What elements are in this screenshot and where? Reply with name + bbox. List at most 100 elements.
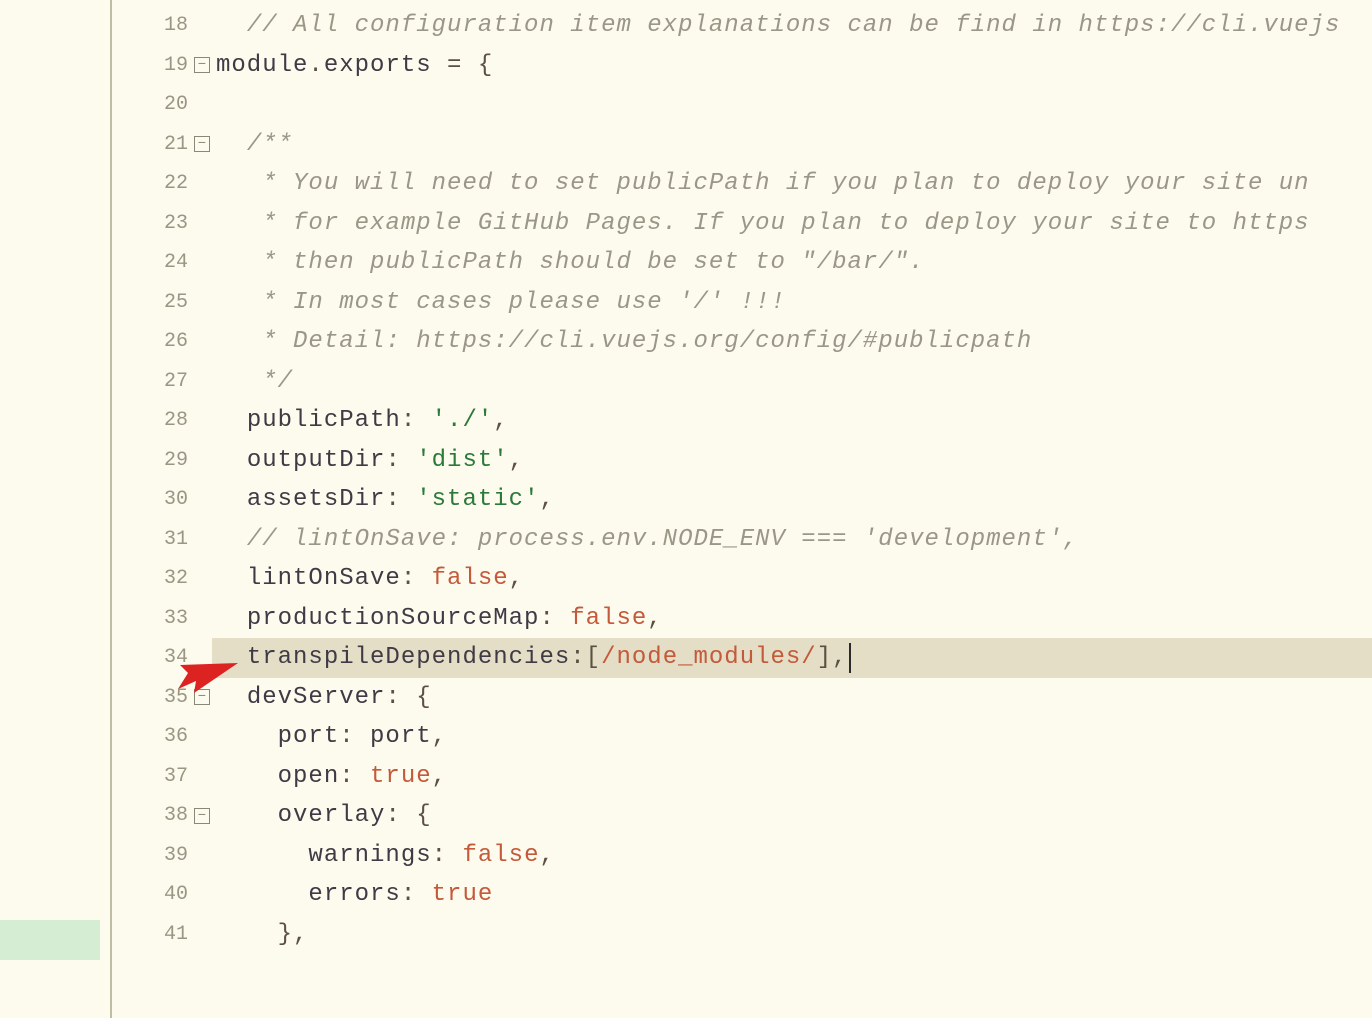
token: , [432,763,447,790]
token [216,684,247,711]
token: lintOnSave [247,565,401,592]
token: { [416,802,431,829]
code-line[interactable]: // All configuration item explanations c… [212,6,1372,46]
token: false [570,605,647,632]
token: * for example GitHub Pages. If you plan … [262,210,1309,237]
line-number: 34 [138,646,212,669]
gutter-row: 29 [112,441,212,481]
token [216,289,262,316]
token: */ [262,368,293,395]
token [216,210,262,237]
gutter-row: 30 [112,480,212,520]
left-margin [0,0,112,1018]
code-line[interactable]: * In most cases please use '/' !!! [212,283,1372,323]
token: // All configuration item explanations c… [247,12,1341,39]
token: * then publicPath should be set to "/bar… [262,249,924,276]
line-number: 18 [138,14,212,37]
gutter-row: 28 [112,401,212,441]
token [216,486,247,513]
code-line[interactable]: port: port, [212,717,1372,757]
line-number: 40 [138,883,212,906]
code-line[interactable]: lintOnSave: false, [212,559,1372,599]
token: : [339,723,370,750]
gutter-row: 36 [112,717,212,757]
code-line[interactable]: errors: true [212,875,1372,915]
token [216,842,308,869]
gutter-row: 20 [112,85,212,125]
gutter-row: 21− [112,125,212,165]
token: { [478,52,493,79]
code-line[interactable]: * then publicPath should be set to "/bar… [212,243,1372,283]
fold-toggle-icon[interactable]: − [194,808,210,824]
token: 'dist' [416,447,508,474]
token: : [432,842,463,869]
token: : [401,565,432,592]
code-area[interactable]: // All configuration item explanations c… [212,0,1372,1018]
line-number: 29 [138,449,212,472]
line-number: 32 [138,567,212,590]
token: : [385,447,416,474]
token: port [370,723,432,750]
fold-toggle-icon[interactable]: − [194,57,210,73]
token: * Detail: https://cli.vuejs.org/config/#… [262,328,1032,355]
gutter-row: 40 [112,875,212,915]
code-line[interactable]: productionSourceMap: false, [212,599,1372,639]
token: module [216,52,308,79]
code-editor[interactable]: 1819−2021−2223242526272829303132333435−3… [0,0,1372,1018]
line-number: 39 [138,844,212,867]
code-line[interactable]: * You will need to set publicPath if you… [212,164,1372,204]
code-line[interactable]: }, [212,915,1372,955]
code-line[interactable]: assetsDir: 'static', [212,480,1372,520]
gutter-row: 31 [112,520,212,560]
token: './' [432,407,494,434]
line-number: 41 [138,923,212,946]
gutter-row: 39 [112,836,212,876]
code-line[interactable]: overlay: { [212,796,1372,836]
token [216,526,247,553]
gutter-row: 18 [112,6,212,46]
text-cursor [849,643,851,673]
code-line[interactable] [212,85,1372,125]
token: true [432,881,494,908]
code-line[interactable]: publicPath: './', [212,401,1372,441]
gutter-row: 35− [112,678,212,718]
token [216,921,278,948]
token: devServer [247,684,386,711]
gutter-row: 22 [112,164,212,204]
token [216,12,247,39]
token: port [278,723,340,750]
token [216,763,278,790]
code-line[interactable]: * for example GitHub Pages. If you plan … [212,204,1372,244]
code-line[interactable]: devServer: { [212,678,1372,718]
code-line[interactable]: /** [212,125,1372,165]
change-marker [0,920,100,960]
code-line[interactable]: // lintOnSave: process.env.NODE_ENV === … [212,520,1372,560]
gutter-row: 41 [112,915,212,955]
token: }, [278,921,309,948]
fold-toggle-icon[interactable]: − [194,136,210,152]
code-line[interactable]: transpileDependencies:[/node_modules/], [212,638,1372,678]
gutter-row: 37 [112,757,212,797]
token [216,131,247,158]
code-line[interactable]: warnings: false, [212,836,1372,876]
fold-toggle-icon[interactable]: − [194,689,210,705]
token: outputDir [247,447,386,474]
line-number: 37 [138,765,212,788]
code-line[interactable]: open: true, [212,757,1372,797]
gutter-row: 33 [112,599,212,639]
code-line[interactable]: outputDir: 'dist', [212,441,1372,481]
line-number: 23 [138,212,212,235]
token [216,802,278,829]
token [216,447,247,474]
line-number: 36 [138,725,212,748]
token [216,328,262,355]
code-line[interactable]: */ [212,362,1372,402]
token: , [509,565,524,592]
token [216,605,247,632]
token: = [432,52,478,79]
token: , [539,486,554,513]
token: , [493,407,508,434]
code-line[interactable]: * Detail: https://cli.vuejs.org/config/#… [212,322,1372,362]
token: [ [586,644,601,671]
code-line[interactable]: module.exports = { [212,46,1372,86]
